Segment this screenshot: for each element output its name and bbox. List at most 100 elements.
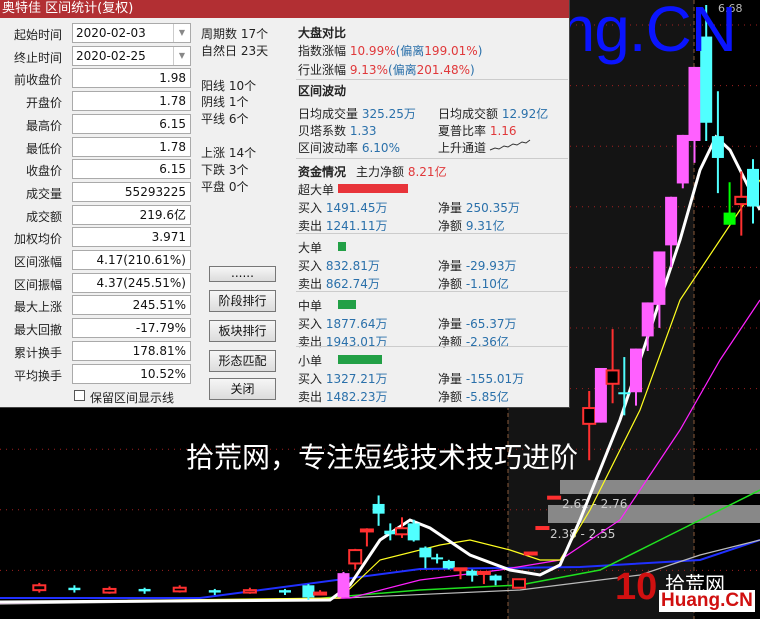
avg-amount: 日均成交额 12.92亿 bbox=[438, 105, 548, 122]
value: -155.01万 bbox=[465, 372, 525, 386]
candle-body bbox=[407, 523, 420, 541]
candle bbox=[442, 559, 455, 570]
candle-body bbox=[313, 591, 328, 596]
value: 10.99% bbox=[349, 44, 396, 58]
uptrend-sparkline-icon bbox=[489, 139, 531, 151]
candle bbox=[419, 546, 432, 569]
value: 862.74万 bbox=[325, 277, 380, 291]
buy-amount: 买入 832.81万 bbox=[298, 257, 380, 274]
sector-ranking-button[interactable]: 板块排行 bbox=[209, 320, 276, 342]
candle bbox=[172, 585, 187, 593]
close-button[interactable]: 关闭 bbox=[209, 378, 276, 400]
divider bbox=[296, 158, 568, 159]
field-value: 6.15 bbox=[72, 159, 191, 180]
field-value: 1.98 bbox=[72, 68, 191, 89]
field-label: 最大回撤 bbox=[13, 323, 62, 338]
order-size-bar bbox=[338, 184, 408, 193]
field-label: 区间涨幅 bbox=[13, 255, 62, 269]
field-label: 累计换手 bbox=[13, 345, 62, 360]
label: 净量 bbox=[438, 201, 463, 215]
candle bbox=[372, 495, 385, 526]
keep-interval-lines-checkbox[interactable] bbox=[74, 390, 85, 401]
value: 199.01% bbox=[424, 44, 478, 58]
pattern-match-button[interactable]: 形态匹配 bbox=[209, 350, 276, 372]
index-change-row: 指数涨幅 10.99%(偏离199.01%) bbox=[298, 42, 482, 59]
stage-ranking-button[interactable]: 阶段排行 bbox=[209, 290, 276, 312]
sell-amount: 卖出 1241.11万 bbox=[298, 217, 387, 234]
candle bbox=[359, 528, 374, 547]
candle-body bbox=[348, 549, 363, 565]
label: 卖出 bbox=[298, 219, 323, 233]
industry-change-row: 行业涨幅 9.13%(偏离201.48%) bbox=[298, 61, 475, 78]
net-volume: 净量 -65.37万 bbox=[438, 315, 517, 332]
date-select[interactable]: 2020-02-03 ▼ bbox=[72, 23, 191, 43]
divider bbox=[296, 291, 568, 292]
market-compare-title: 大盘对比 bbox=[298, 26, 347, 40]
candle-body bbox=[395, 527, 409, 536]
order-size-bar bbox=[338, 242, 346, 251]
field-label: 加权均价 bbox=[13, 232, 62, 247]
main-net-amount: 主力净额 8.21亿 bbox=[356, 163, 447, 180]
candle-body bbox=[653, 251, 666, 305]
sell-amount: 卖出 1482.23万 bbox=[298, 388, 387, 405]
field-value: 245.51% bbox=[72, 295, 191, 316]
paren: ) bbox=[477, 44, 483, 58]
label: 主力净额 bbox=[356, 165, 405, 179]
candle bbox=[594, 367, 607, 423]
field-label: 最高价 bbox=[25, 118, 62, 133]
field-label: 收盘价 bbox=[25, 164, 62, 179]
divider bbox=[296, 346, 568, 347]
order-size-label: 中单 bbox=[298, 299, 323, 313]
field-value: 3.971 bbox=[72, 227, 191, 248]
date-value: 2020-02-03 bbox=[76, 26, 146, 40]
beta: 贝塔系数 1.33 bbox=[298, 122, 377, 139]
value: 9.13% bbox=[349, 63, 388, 77]
candle bbox=[102, 586, 117, 594]
chevron-down-icon[interactable]: ▼ bbox=[173, 24, 190, 42]
field-label: 成交量 bbox=[25, 186, 62, 201]
candle bbox=[313, 590, 328, 596]
up-count: 上涨 14个 bbox=[201, 146, 257, 160]
candle bbox=[208, 588, 221, 596]
candle-body bbox=[242, 589, 257, 594]
chevron-down-icon[interactable]: ▼ bbox=[173, 46, 190, 65]
candle-body bbox=[431, 557, 444, 560]
candle-body bbox=[372, 503, 385, 514]
candle-body bbox=[711, 136, 724, 158]
candle bbox=[395, 517, 409, 538]
label: 净额 bbox=[438, 277, 463, 291]
date-value: 2020-02-25 bbox=[76, 48, 146, 63]
candle-body bbox=[523, 551, 538, 556]
date-select[interactable]: 2020-02-25 ▼ bbox=[72, 45, 191, 66]
value: 1482.23万 bbox=[325, 390, 388, 404]
field-value: 1.78 bbox=[72, 136, 191, 157]
period-count: 周期数 17个 bbox=[201, 27, 269, 41]
value: 250.35万 bbox=[465, 201, 520, 215]
net-amount: 净额 -2.36亿 bbox=[438, 333, 509, 350]
value: -1.10亿 bbox=[465, 277, 509, 291]
logo-en: Huang.CN bbox=[659, 590, 755, 612]
candle bbox=[68, 585, 81, 593]
volatility-rate: 区间波动率 6.10% bbox=[298, 139, 400, 156]
candle bbox=[547, 495, 562, 500]
candle bbox=[489, 574, 502, 586]
sharpe: 夏普比率 1.16 bbox=[438, 122, 517, 139]
candle bbox=[523, 551, 538, 556]
value: 12.92亿 bbox=[501, 107, 549, 121]
label: 净额 bbox=[438, 219, 463, 233]
label: 日均成交量 bbox=[298, 107, 359, 121]
buy-amount: 买入 1327.21万 bbox=[298, 370, 387, 387]
candle-body bbox=[723, 212, 736, 225]
field-value: -17.79% bbox=[72, 318, 191, 339]
order-size-bar bbox=[338, 355, 382, 364]
yin-count: 阴线 1个 bbox=[201, 95, 249, 109]
candle bbox=[279, 588, 291, 596]
label: 区间波动率 bbox=[298, 141, 359, 155]
more-button[interactable]: ...... bbox=[209, 266, 276, 282]
net-volume: 净量 -155.01万 bbox=[438, 370, 524, 387]
value: 1.16 bbox=[489, 124, 517, 138]
field-label: 成交额 bbox=[25, 209, 62, 224]
value: 201.48% bbox=[416, 63, 471, 77]
volatility-title: 区间波动 bbox=[298, 84, 347, 98]
dialog-title[interactable]: 奥特佳 区间统计(复权) bbox=[0, 0, 569, 18]
